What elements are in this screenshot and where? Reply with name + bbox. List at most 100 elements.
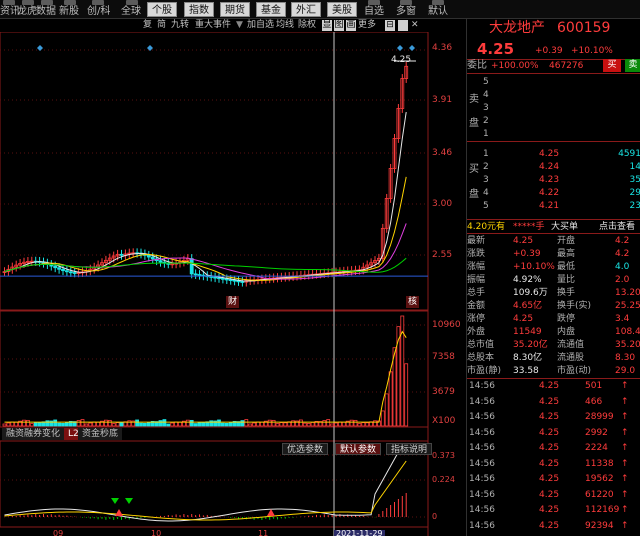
- trade-direction-icon: ↑: [621, 505, 629, 515]
- stat-row[interactable]: 最新 4.25 开盘 4.2: [467, 235, 640, 248]
- futures-button[interactable]: 期货: [220, 2, 250, 17]
- option-add-watch[interactable]: 加自选: [247, 19, 274, 32]
- order-price: 4.21: [539, 201, 560, 211]
- option-restore[interactable]: 复: [143, 19, 152, 32]
- tab-margin-trading[interactable]: 融资融券变化: [2, 428, 65, 440]
- toolbar-dragon-tiger[interactable]: 龙虎: [17, 6, 37, 18]
- stat-key: 总市值: [467, 340, 495, 350]
- stat-value: 35.20: [615, 340, 640, 350]
- stat-row[interactable]: 市盈(静) 33.58 市盈(动) 29.0: [467, 365, 640, 378]
- buy-order-row[interactable]: 3 4.23 35: [467, 174, 640, 187]
- option-collapse[interactable]: ⊟: [385, 20, 395, 31]
- stat-key: 流通值: [557, 340, 585, 350]
- param-help-tab[interactable]: 指标说明: [386, 443, 433, 455]
- option-more[interactable]: 更多: [358, 19, 376, 32]
- trade-row[interactable]: 14:56 4.25 112169 ↑: [467, 504, 640, 517]
- forex-button[interactable]: 外汇: [291, 2, 321, 17]
- volume-bar: [25, 419, 30, 427]
- option-box[interactable]: [398, 20, 408, 31]
- option-ma[interactable]: 均线: [276, 19, 294, 32]
- trade-row[interactable]: 14:56 4.25 2992 ↑: [467, 427, 640, 440]
- stat-row[interactable]: 总手 109.6万 换手 13.20: [467, 287, 640, 300]
- trade-row[interactable]: 14:56 4.25 466 ↑: [467, 396, 640, 409]
- trade-time: 14:56: [469, 381, 495, 391]
- option-exright[interactable]: 除权: [298, 19, 316, 32]
- stat-row[interactable]: 总股本 8.30亿 流通股 8.30: [467, 352, 640, 365]
- tab-fund-flow[interactable]: 资金秒底: [78, 428, 123, 440]
- option-chart[interactable]: 图: [334, 20, 344, 31]
- param-default-tab[interactable]: 默认参数: [335, 443, 382, 455]
- big-order-link[interactable]: 大买单: [551, 221, 578, 233]
- toolbar-ipo[interactable]: 新股: [59, 6, 79, 18]
- sell-tab[interactable]: 买: [603, 59, 621, 72]
- trade-row[interactable]: 14:56 4.25 61220 ↑: [467, 489, 640, 502]
- event-check[interactable]: 核: [406, 296, 420, 308]
- buy-order-row[interactable]: 2 4.24 14: [467, 161, 640, 174]
- event-diamond-icon: [409, 45, 415, 51]
- event-financial[interactable]: 财: [226, 296, 240, 308]
- trade-row[interactable]: 14:56 4.25 28999 ↑: [467, 411, 640, 424]
- stock-button[interactable]: 个股: [147, 2, 177, 17]
- trade-row[interactable]: 14:56 4.25 92394 ↑: [467, 520, 640, 533]
- option-major-events[interactable]: 重大事件: [195, 19, 231, 32]
- stat-row[interactable]: 总市值 35.20亿 流通值 35.20: [467, 339, 640, 352]
- price-marker: 4.25: [391, 55, 412, 65]
- volume-bar: [365, 422, 370, 427]
- dropdown-arrow-icon[interactable]: ▼: [236, 19, 243, 32]
- stat-value: 4.65亿: [513, 301, 543, 311]
- toolbar-star-market[interactable]: 创/科: [87, 6, 110, 18]
- trade-row[interactable]: 14:56 4.25 2224 ↑: [467, 442, 640, 455]
- sell-order-row[interactable]: 2: [467, 115, 640, 128]
- toolbar-default[interactable]: 默认: [428, 6, 448, 18]
- toolbar-global[interactable]: 全球: [121, 6, 141, 18]
- stat-row[interactable]: 金额 4.65亿 换手(实) 25.25: [467, 300, 640, 313]
- option-show[interactable]: 显: [322, 20, 332, 31]
- volume-bar: [306, 422, 311, 427]
- buy-order-row[interactable]: 1 4.25 4591: [467, 148, 640, 161]
- trade-row[interactable]: 14:56 4.25 19562 ↑: [467, 473, 640, 486]
- sell-order-row[interactable]: 5: [467, 76, 640, 89]
- sell-order-row[interactable]: 4: [467, 89, 640, 102]
- chart-area[interactable]: 4.36 4.25 3.91 3.46 3.00 2.55 财 核 10960 …: [0, 32, 462, 536]
- option-draw[interactable]: 画: [346, 20, 356, 31]
- param-optimal-tab[interactable]: 优选参数: [282, 443, 329, 455]
- trade-row[interactable]: 14:56 4.25 501 ↑: [467, 380, 640, 393]
- trade-volume: 466: [585, 396, 603, 407]
- order-level: 1: [483, 129, 489, 139]
- trade-time: 14:56: [469, 443, 495, 453]
- stat-row[interactable]: 涨幅 +10.10% 最低 4.0: [467, 261, 640, 274]
- toolbar-watchlist[interactable]: 自选: [364, 6, 384, 18]
- trade-row[interactable]: 14:56 4.25 11338 ↑: [467, 458, 640, 471]
- buy-order-row[interactable]: 4 4.22 29: [467, 187, 640, 200]
- fund-button[interactable]: 基金: [256, 2, 286, 17]
- order-level: 3: [483, 175, 489, 185]
- volume-bar: [76, 420, 81, 427]
- stat-row[interactable]: 外盘 11549 内盘 108.4: [467, 326, 640, 339]
- us-stock-button[interactable]: 美股: [327, 2, 357, 17]
- option-simple[interactable]: 简: [157, 19, 166, 32]
- trade-price: 4.25: [539, 474, 560, 484]
- divider: [467, 73, 640, 74]
- stat-value: 109.6万: [513, 288, 548, 298]
- big-order-hidden: *****手: [513, 222, 545, 232]
- option-close[interactable]: ✕: [411, 19, 419, 32]
- stat-key: 最高: [557, 249, 576, 259]
- sell-order-row[interactable]: 1: [467, 128, 640, 141]
- toolbar-data[interactable]: 数据: [36, 6, 56, 18]
- view-details-link[interactable]: 点击查看: [599, 221, 635, 233]
- option-nine-turn[interactable]: 九转: [171, 19, 189, 32]
- stat-row[interactable]: 振幅 4.92% 量比 2.0: [467, 274, 640, 287]
- buy-tab[interactable]: 卖: [625, 59, 640, 72]
- stat-row[interactable]: 涨停 4.25 跌停 3.4: [467, 313, 640, 326]
- toolbar-multi-window[interactable]: 多窗: [396, 6, 416, 18]
- stat-row[interactable]: 涨跌 +0.39 最高 4.2: [467, 248, 640, 261]
- order-volume: 23: [629, 201, 640, 211]
- chart-canvas[interactable]: [0, 32, 462, 536]
- volume-bar: [373, 420, 377, 427]
- index-button[interactable]: 指数: [184, 2, 214, 17]
- buy-order-row[interactable]: 5 4.21 23: [467, 200, 640, 213]
- quote-panel: 大龙地产 600159 4.25 +0.39 +10.10% 委比 +100.0…: [466, 19, 640, 536]
- sell-order-row[interactable]: 3: [467, 102, 640, 115]
- volume-bar: [119, 422, 124, 427]
- stat-key: 总股本: [467, 353, 495, 363]
